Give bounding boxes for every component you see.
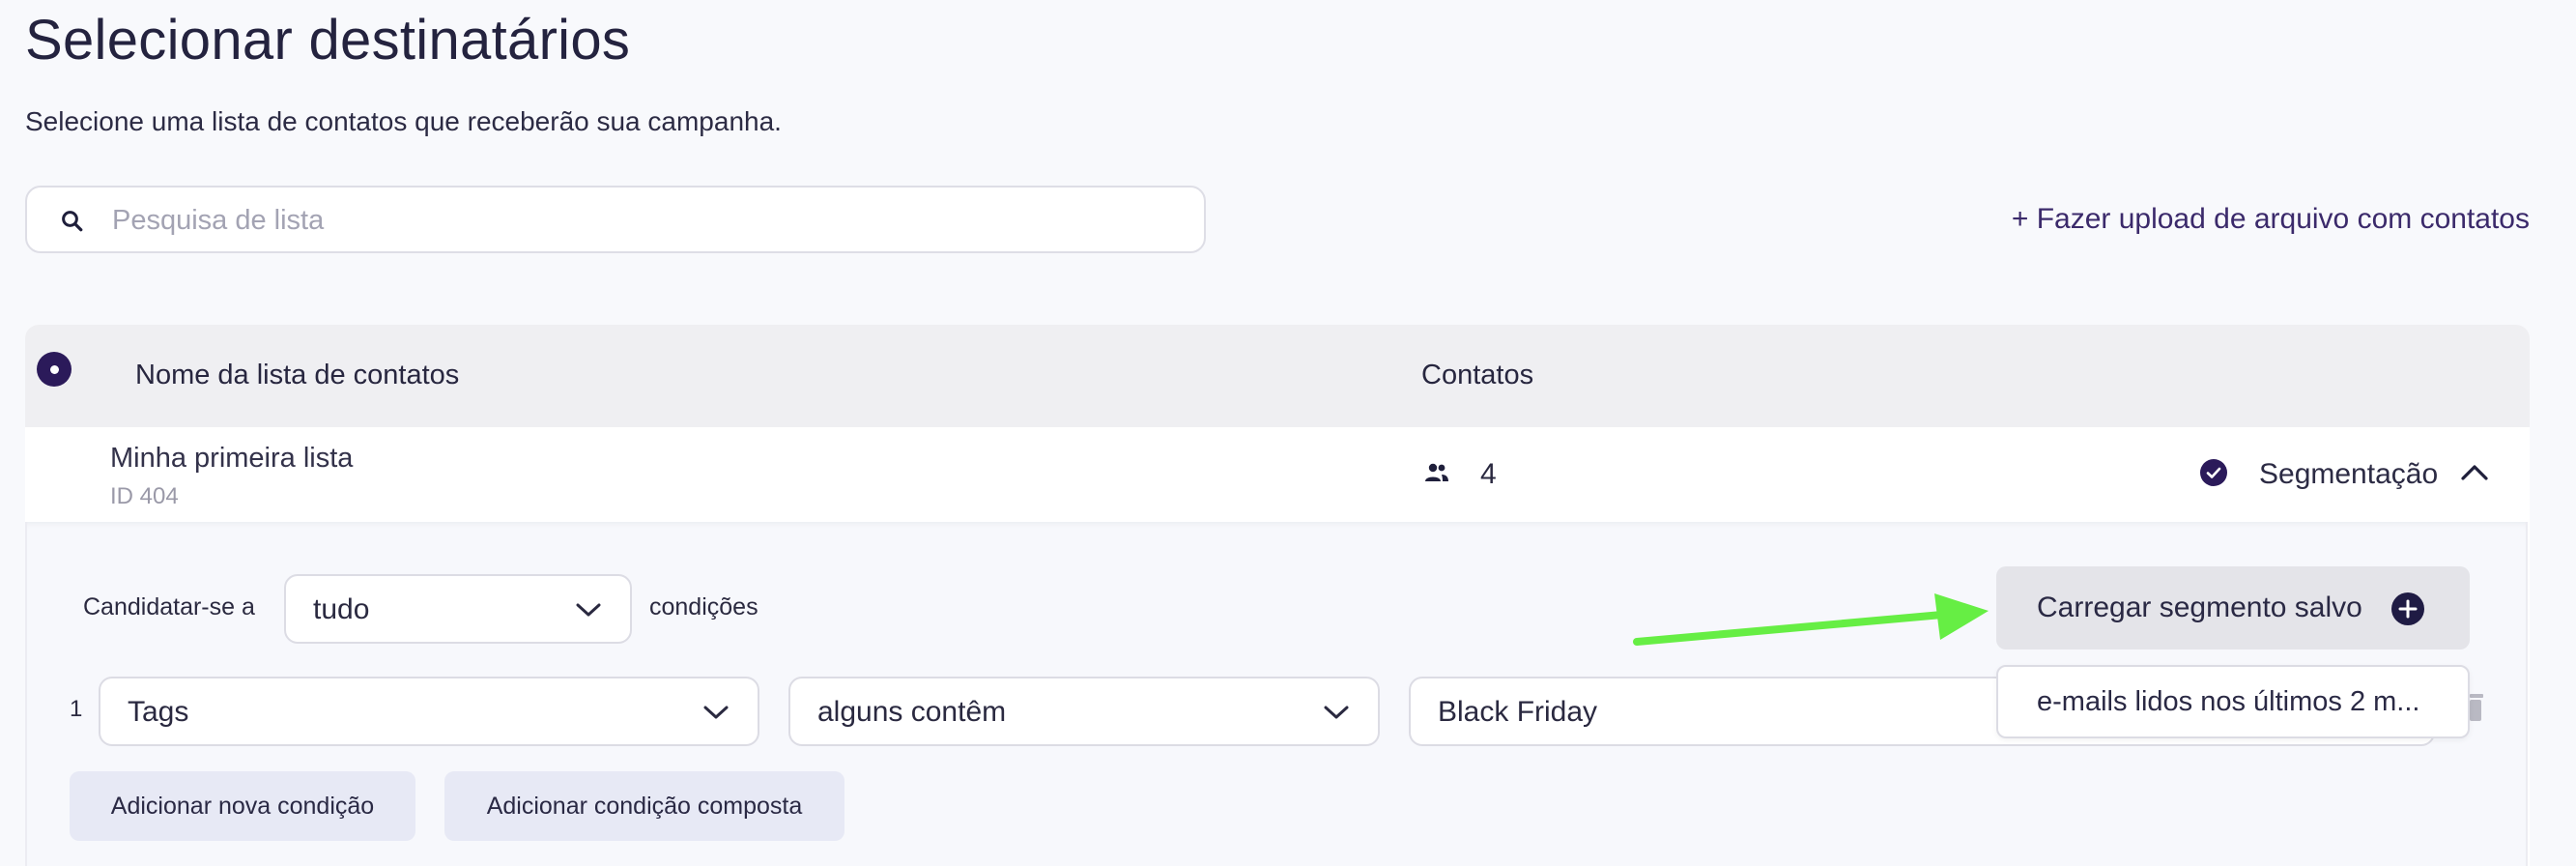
- condition-value-text: Black Friday: [1438, 696, 1598, 728]
- chevron-up-icon[interactable]: [2460, 460, 2489, 483]
- check-circle-icon: [2200, 459, 2227, 486]
- load-saved-segment-label: Carregar segmento salvo: [2037, 592, 2362, 623]
- match-type-value: tudo: [313, 593, 370, 625]
- chevron-down-icon: [703, 706, 729, 719]
- contacts-count: 4: [1480, 458, 1497, 490]
- apply-prefix-label: Candidatar-se a: [83, 593, 255, 621]
- list-search-box[interactable]: [25, 186, 1206, 253]
- list-name: Minha primeira lista: [110, 443, 354, 474]
- add-compound-condition-button[interactable]: Adicionar condição composta: [444, 771, 844, 841]
- saved-segments-dropdown: e-mails lidos nos últimos 2 m...: [1996, 665, 2470, 738]
- load-saved-segment-button[interactable]: Carregar segmento salvo: [1996, 566, 2470, 650]
- search-icon: [62, 211, 83, 232]
- people-icon: [1425, 463, 1448, 481]
- column-header-contacts: Contatos: [1421, 360, 1534, 390]
- list-id: ID 404: [110, 483, 179, 509]
- condition-field-select[interactable]: Tags: [99, 677, 759, 746]
- plus-circle-icon: [2391, 592, 2424, 625]
- add-condition-button[interactable]: Adicionar nova condição: [70, 771, 415, 841]
- condition-field-value: Tags: [128, 696, 189, 728]
- list-select-radio[interactable]: [37, 352, 72, 387]
- segmentation-toggle-label[interactable]: Segmentação: [2259, 458, 2438, 491]
- table-header: Nome da lista de contatos Contatos: [25, 325, 2530, 427]
- page-title: Selecionar destinatários: [25, 9, 631, 72]
- condition-operator-select[interactable]: alguns contêm: [788, 677, 1380, 746]
- page-subtitle: Selecione uma lista de contatos que rece…: [25, 106, 782, 136]
- saved-segment-option[interactable]: e-mails lidos nos últimos 2 m...: [2037, 686, 2419, 718]
- match-type-select[interactable]: tudo: [284, 574, 632, 644]
- trash-icon[interactable]: [2470, 694, 2483, 723]
- chevron-down-icon: [576, 603, 601, 617]
- chevron-down-icon: [1324, 706, 1349, 719]
- upload-contacts-link[interactable]: + Fazer upload de arquivo com contatos: [2012, 203, 2530, 236]
- annotation-arrow: [1633, 593, 1989, 646]
- condition-index: 1: [70, 696, 83, 722]
- search-input[interactable]: [110, 193, 1177, 247]
- column-header-name: Nome da lista de contatos: [135, 360, 460, 390]
- condition-operator-value: alguns contêm: [817, 696, 1007, 728]
- apply-suffix-label: condições: [649, 593, 758, 621]
